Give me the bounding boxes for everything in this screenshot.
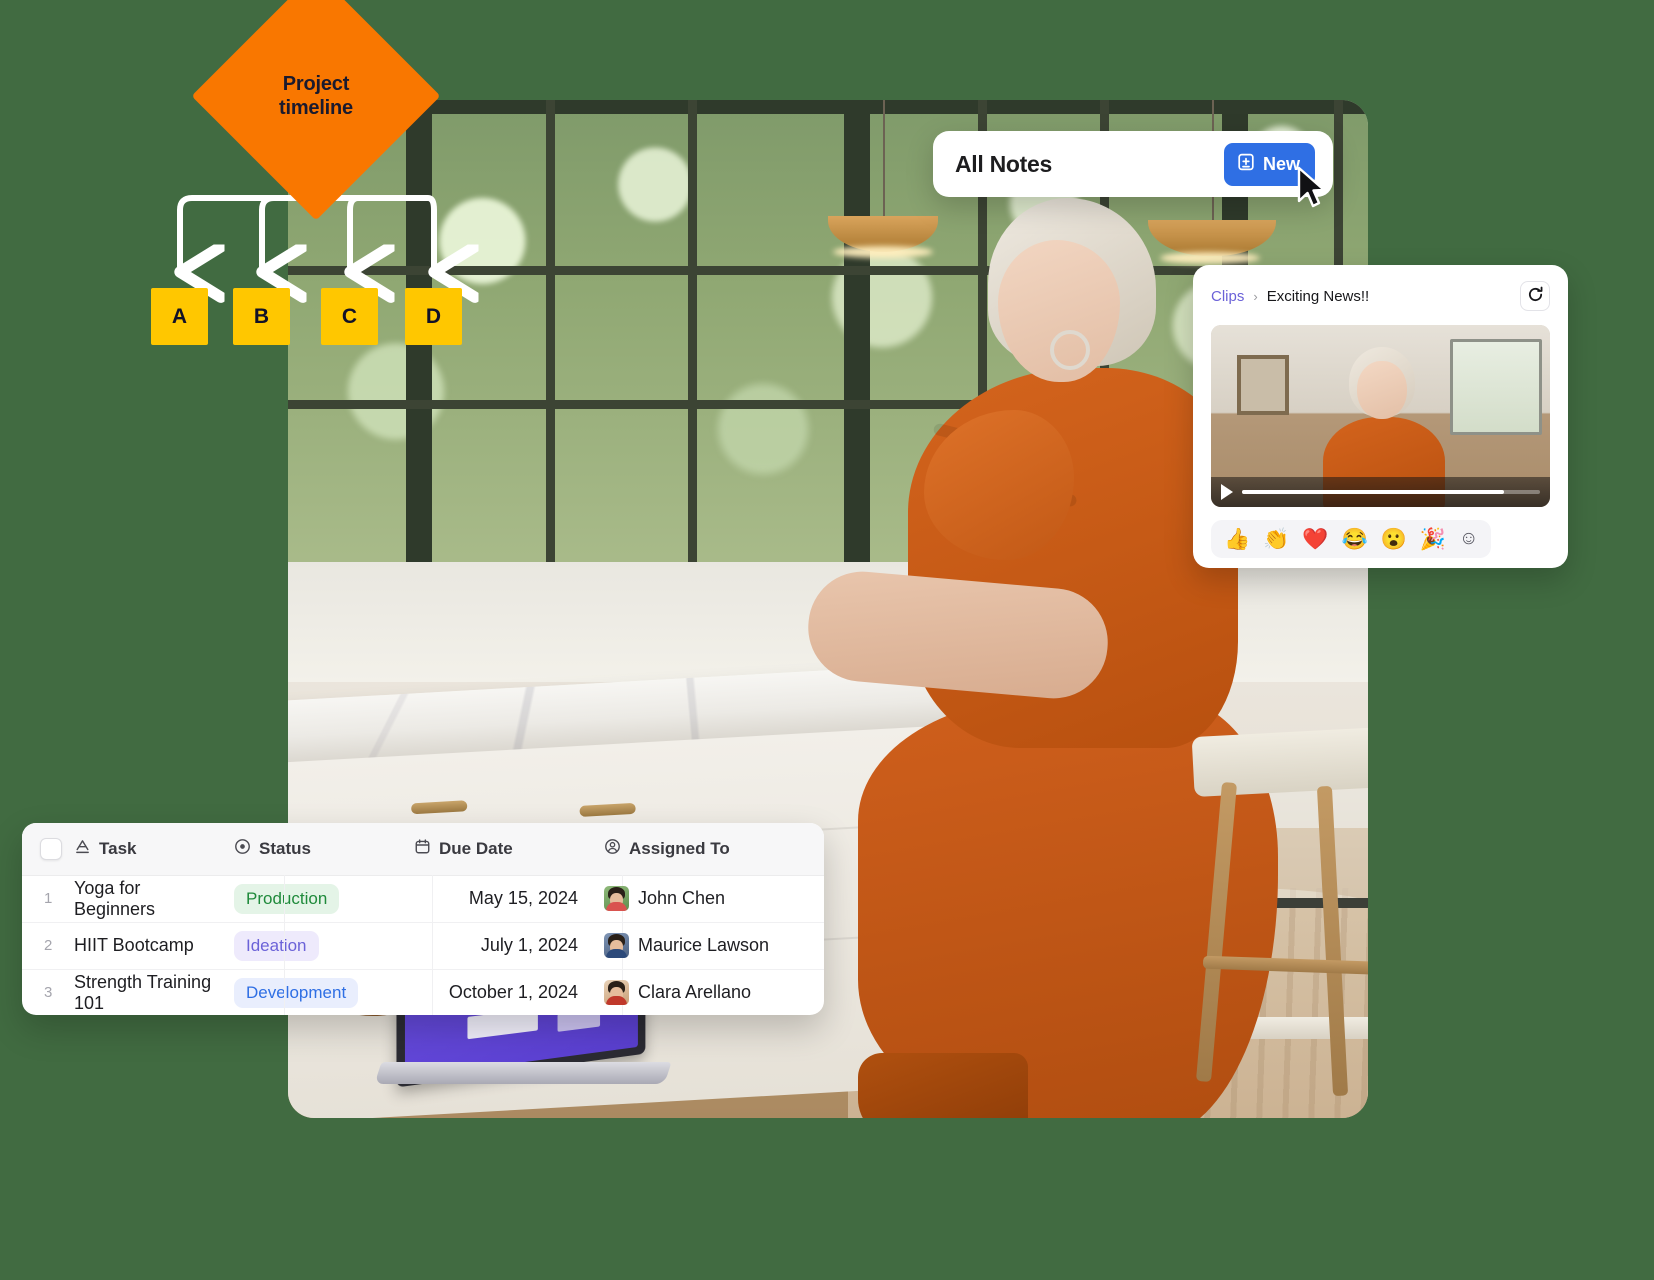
- breadcrumb-clips-link[interactable]: Clips: [1211, 288, 1244, 305]
- table-row[interactable]: 2 HIIT Bootcamp Ideation July 1, 2024 Ma…: [22, 922, 824, 970]
- column-header-task[interactable]: Task: [74, 823, 234, 876]
- clips-card: Clips › Exciting News!! 👍 👏 ❤️ 😂 😮 🎉 ☺: [1193, 265, 1568, 568]
- row-task-name: Strength Training 101: [74, 971, 212, 1013]
- calendar-icon: [414, 838, 431, 860]
- row-assignee-cell[interactable]: Maurice Lawson: [604, 922, 824, 970]
- flowchart-node-c[interactable]: C: [321, 288, 378, 345]
- status-circle-icon: [234, 838, 251, 860]
- select-all-checkbox[interactable]: [40, 837, 62, 860]
- column-header-assigned-to[interactable]: Assigned To: [604, 823, 824, 876]
- heart-emoji[interactable]: ❤️: [1297, 527, 1333, 552]
- chevron-right-icon: ›: [1253, 288, 1258, 304]
- column-header-due-date-label: Due Date: [439, 838, 513, 858]
- avatar: [604, 980, 629, 1006]
- text-format-icon: [74, 838, 91, 860]
- row-status-cell[interactable]: Production: [234, 875, 414, 923]
- column-header-status-label: Status: [259, 838, 311, 858]
- new-note-button-label: New: [1262, 153, 1300, 174]
- avatar: [604, 886, 629, 911]
- thumbs-up-emoji[interactable]: 👍: [1219, 527, 1255, 552]
- project-timeline-flowchart: Project timeline A B C D: [140, 0, 560, 360]
- person-circle-icon: [604, 838, 621, 860]
- video-player[interactable]: [1211, 325, 1550, 507]
- all-notes-title: All Notes: [955, 150, 1052, 177]
- task-table: Task Status Due Date Assigned To 1 Yoga …: [22, 823, 824, 1015]
- status-badge: Production: [234, 883, 340, 914]
- row-assignee-name: John Chen: [638, 888, 726, 908]
- row-due-date: July 1, 2024: [414, 922, 604, 970]
- row-number: 3: [44, 984, 53, 1002]
- breadcrumb: Clips › Exciting News!!: [1211, 281, 1550, 311]
- video-progress-fill: [1242, 490, 1505, 494]
- task-table-body: 1 Yoga for Beginners Production May 15, …: [22, 875, 824, 1015]
- play-icon[interactable]: [1221, 484, 1233, 500]
- column-header-status[interactable]: Status: [234, 823, 414, 876]
- mouse-pointer-icon: [1296, 166, 1330, 210]
- row-task-name: Yoga for Beginners: [74, 875, 234, 923]
- astonished-emoji[interactable]: 😮: [1376, 527, 1412, 552]
- status-badge: Ideation: [234, 930, 319, 961]
- row-task-name: HIIT Bootcamp: [74, 922, 234, 970]
- flowchart-node-a[interactable]: A: [151, 288, 208, 345]
- row-assignee-cell[interactable]: Clara Arellano: [604, 969, 824, 1015]
- video-progress-track[interactable]: [1242, 490, 1540, 494]
- earring: [1050, 330, 1090, 370]
- flowchart-node-d[interactable]: D: [405, 288, 462, 345]
- row-due-date: October 1, 2024: [448, 982, 578, 1003]
- reaction-bar: 👍 👏 ❤️ 😂 😮 🎉 ☺: [1211, 520, 1492, 558]
- task-table-card: Task Status Due Date Assigned To 1 Yoga …: [22, 823, 824, 1015]
- bar-stool: [1191, 722, 1368, 1118]
- status-badge: Development: [234, 977, 359, 1008]
- video-person-face: [1357, 361, 1407, 419]
- row-status-cell[interactable]: Ideation: [234, 922, 414, 970]
- new-note-plus-icon: [1236, 152, 1256, 177]
- table-row[interactable]: 3 Strength Training 101 Development Octo…: [22, 969, 824, 1015]
- refresh-button[interactable]: [1520, 281, 1550, 311]
- root-label-line-1: Project: [282, 72, 350, 95]
- select-all-header: [22, 823, 74, 876]
- task-table-header: Task Status Due Date Assigned To: [22, 823, 824, 876]
- video-controls: [1211, 477, 1550, 507]
- flowchart-node-b[interactable]: B: [233, 288, 290, 345]
- stool-seat: [1191, 722, 1368, 798]
- all-notes-card: All Notes New: [933, 131, 1333, 197]
- avatar: [604, 933, 629, 958]
- row-assignee-name: Maurice Lawson: [638, 935, 770, 955]
- breadcrumb-current: Exciting News!!: [1266, 287, 1370, 305]
- video-wall-picture: [1237, 355, 1289, 415]
- joy-emoji[interactable]: 😂: [1336, 527, 1372, 552]
- party-popper-emoji[interactable]: 🎉: [1415, 527, 1451, 552]
- laptop-base: [374, 1062, 672, 1084]
- table-header-row: Task Status Due Date Assigned To: [22, 823, 824, 876]
- add-reaction-icon[interactable]: ☺: [1454, 526, 1483, 552]
- video-window: [1450, 339, 1542, 435]
- row-number: 2: [22, 922, 74, 970]
- row-status-cell[interactable]: Development: [234, 969, 414, 1015]
- row-assignee-name: Clara Arellano: [638, 982, 752, 1003]
- table-row[interactable]: 1 Yoga for Beginners Production May 15, …: [22, 875, 824, 923]
- person-shoe: [858, 1053, 1028, 1118]
- column-header-task-label: Task: [99, 838, 137, 858]
- page-root: Project timeline A B C D All Notes New C…: [0, 0, 1654, 1280]
- row-assignee-cell[interactable]: John Chen: [604, 875, 824, 923]
- flowchart-root-label: Project timeline: [228, 8, 404, 184]
- refresh-icon: [1527, 286, 1544, 306]
- column-header-assigned-to-label: Assigned To: [629, 838, 730, 858]
- clap-emoji[interactable]: 👏: [1258, 527, 1294, 552]
- row-due-date: May 15, 2024: [414, 875, 604, 923]
- column-header-due-date[interactable]: Due Date: [414, 823, 604, 876]
- root-label-line-2: timeline: [279, 97, 353, 119]
- row-number: 1: [22, 875, 74, 923]
